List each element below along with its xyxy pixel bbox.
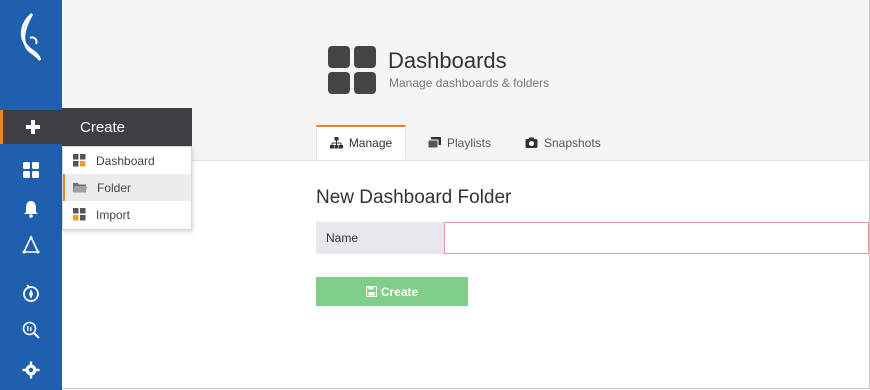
- create-sidebar-button[interactable]: [0, 110, 62, 144]
- menu-item-import[interactable]: Import: [63, 201, 191, 228]
- search-data-sidebar-button[interactable]: [0, 313, 62, 347]
- import-icon: [73, 208, 86, 221]
- tab-snapshots[interactable]: Snapshots: [525, 125, 601, 160]
- tab-snapshots-label: Snapshots: [544, 135, 601, 150]
- form-title: New Dashboard Folder: [316, 187, 512, 208]
- gear-icon: [22, 361, 40, 379]
- bell-icon: [24, 201, 38, 218]
- menu-item-folder-label: Folder: [97, 180, 132, 195]
- plus-icon: [25, 120, 40, 134]
- create-button[interactable]: Create: [316, 277, 468, 306]
- name-label: Name: [316, 222, 444, 254]
- dashboard-icon: [73, 154, 86, 167]
- settings-sidebar-button[interactable]: [0, 353, 62, 387]
- tab-playlists[interactable]: Playlists: [428, 125, 491, 160]
- create-button-label: Create: [380, 284, 419, 299]
- menu-item-dashboard-label: Dashboard: [96, 153, 155, 168]
- page-subtitle: Manage dashboards & folders: [389, 76, 550, 90]
- sidebar: [0, 0, 62, 390]
- logo[interactable]: [10, 8, 52, 66]
- menu-item-folder[interactable]: Folder: [63, 174, 191, 201]
- tab-manage[interactable]: Manage: [316, 125, 406, 160]
- explore-sidebar-button[interactable]: [0, 228, 62, 262]
- menu-item-import-label: Import: [96, 207, 131, 222]
- save-icon: [365, 286, 377, 297]
- folder-name-input[interactable]: [444, 222, 869, 254]
- sitemap-icon: [329, 137, 343, 149]
- dashboards-sidebar-button[interactable]: [0, 153, 62, 187]
- compass-icon: [23, 284, 39, 302]
- menu-item-dashboard[interactable]: Dashboard: [63, 147, 191, 174]
- camera-icon: [525, 137, 538, 148]
- alerting-sidebar-button[interactable]: [0, 192, 62, 226]
- tab-playlists-label: Playlists: [447, 135, 492, 150]
- config-sidebar-button[interactable]: [0, 276, 62, 310]
- folder-icon: [73, 183, 87, 193]
- search-data-icon: [22, 321, 40, 339]
- explore-icon: [22, 235, 40, 254]
- page-title: Dashboards: [388, 48, 507, 73]
- dashboards-icon: [23, 162, 39, 178]
- tab-manage-label: Manage: [348, 136, 393, 150]
- playlist-icon: [428, 136, 441, 148]
- dashboards-header-icon: [328, 46, 376, 94]
- create-menu-header[interactable]: Create: [62, 108, 192, 146]
- create-menu: Dashboard Folder Import: [62, 146, 192, 230]
